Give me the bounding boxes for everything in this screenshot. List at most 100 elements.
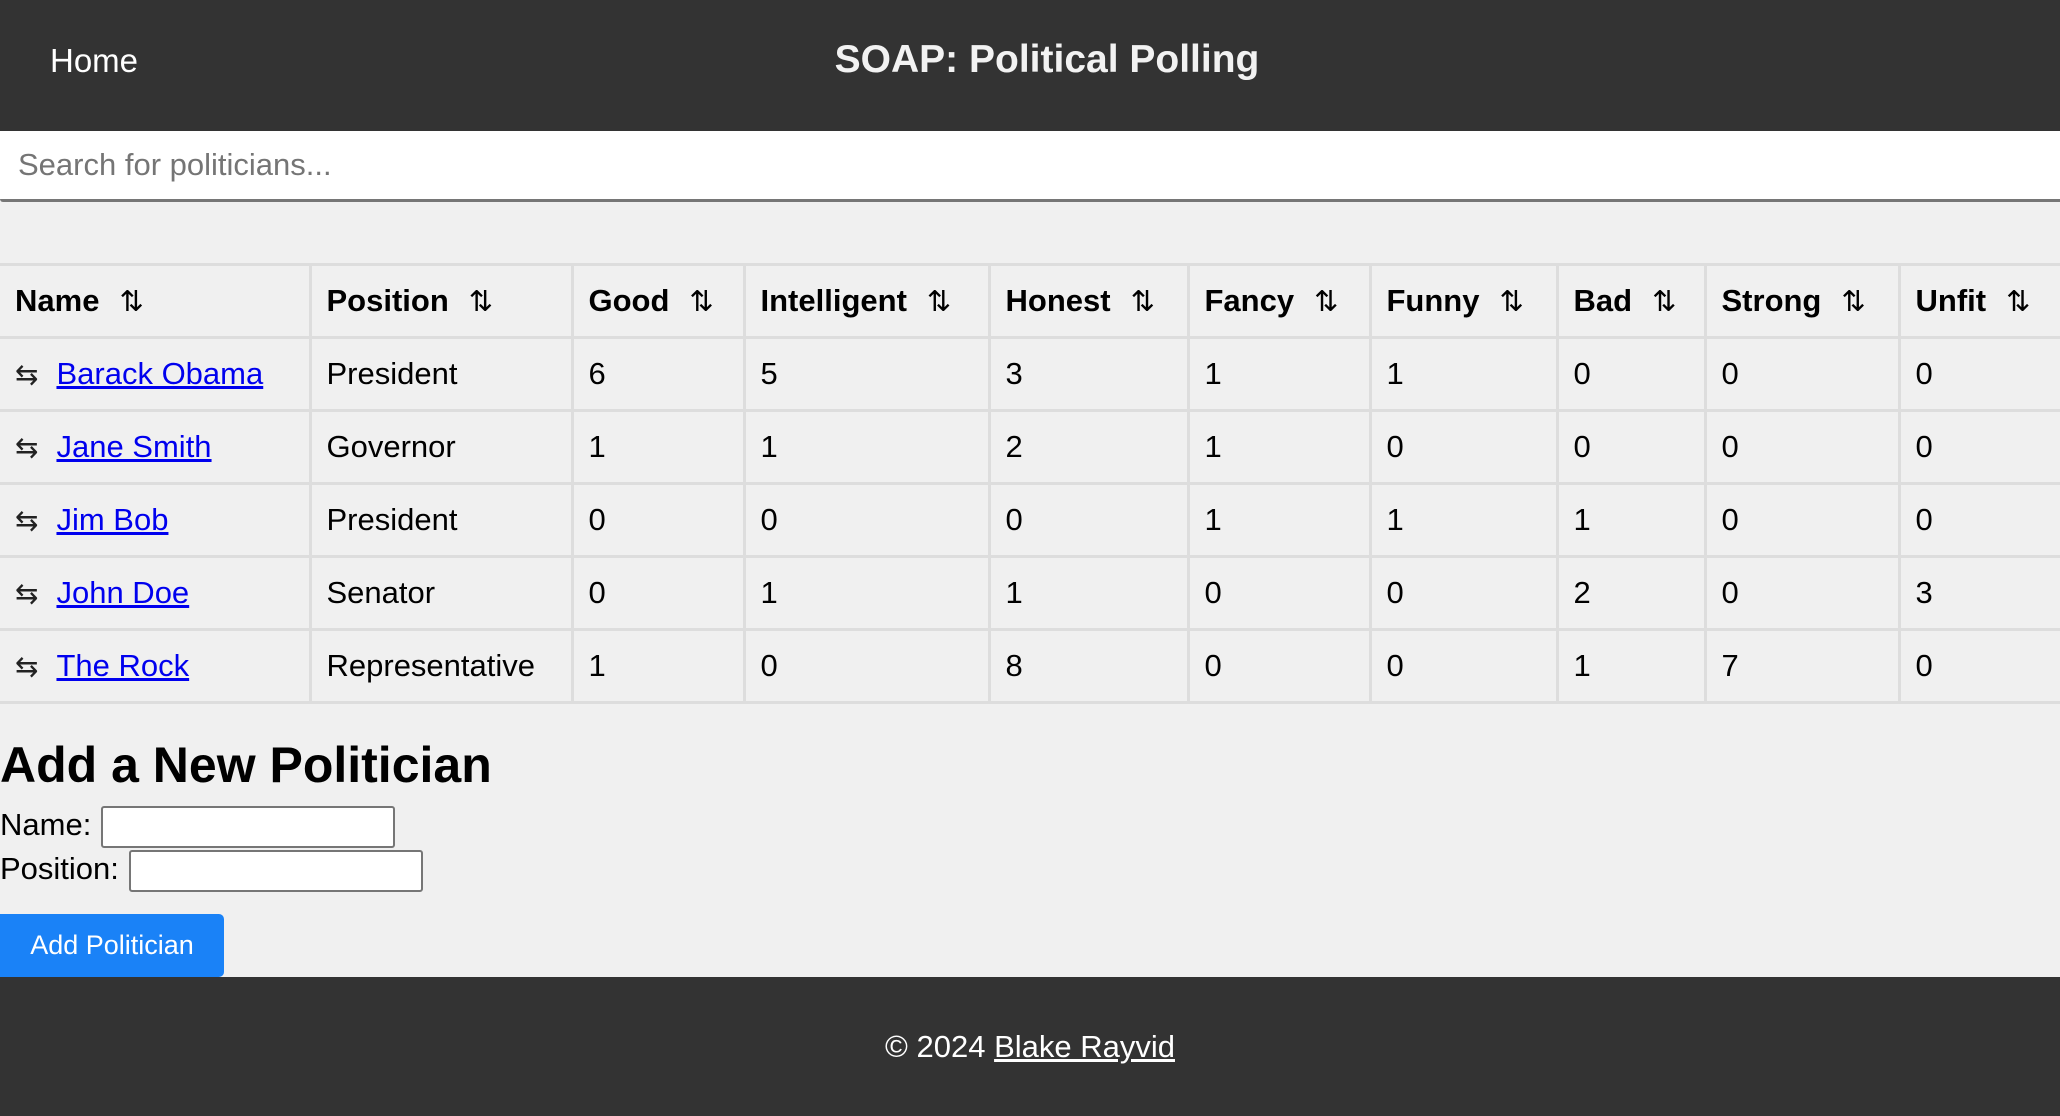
score-cell-bad: 0 — [1555, 336, 1707, 412]
name-cell: ⇆ Barack Obama — [0, 336, 312, 412]
score-cell-intelligent: 1 — [742, 409, 991, 485]
copyright-text: © 2024 — [885, 1029, 986, 1064]
column-header-bad[interactable]: Bad ⇅ — [1557, 263, 1707, 339]
score-cell-fancy: 1 — [1186, 482, 1372, 558]
score-cell-intelligent: 1 — [742, 555, 991, 631]
sort-icon[interactable]: ⇅ — [1652, 286, 1676, 318]
column-header-funny[interactable]: Funny ⇅ — [1370, 263, 1559, 339]
sort-icon[interactable]: ⇅ — [689, 286, 713, 318]
position-cell: Governor — [308, 409, 574, 485]
sort-icon[interactable]: ⇅ — [119, 286, 143, 318]
drag-handle-icon[interactable]: ⇆ — [15, 505, 38, 536]
drag-handle-icon[interactable]: ⇆ — [15, 432, 38, 463]
table-row: ⇆ Jim Bob President 0 0 0 1 1 1 0 0 — [0, 482, 2060, 558]
column-header-label: Position — [326, 283, 449, 318]
score-cell-bad: 1 — [1555, 628, 1707, 704]
name-cell: ⇆ The Rock — [0, 628, 312, 704]
sort-icon[interactable]: ⇅ — [2006, 286, 2030, 318]
score-cell-funny: 0 — [1368, 628, 1559, 704]
name-field[interactable] — [101, 806, 396, 848]
score-cell-funny: 0 — [1368, 555, 1559, 631]
score-cell-fancy: 0 — [1186, 555, 1372, 631]
column-header-label: Bad — [1573, 283, 1633, 318]
sort-icon[interactable]: ⇅ — [1314, 286, 1338, 318]
score-cell-good: 1 — [570, 409, 746, 485]
sort-icon[interactable]: ⇅ — [1841, 286, 1865, 318]
sort-icon[interactable]: ⇅ — [1500, 286, 1524, 318]
add-politician-heading: Add a New Politician — [0, 737, 492, 793]
drag-handle-icon[interactable]: ⇆ — [15, 359, 38, 390]
search-input[interactable] — [0, 131, 2060, 202]
author-link[interactable]: Blake Rayvid — [994, 1029, 1175, 1064]
politician-link[interactable]: The Rock — [56, 648, 189, 683]
column-header-label: Name — [15, 283, 100, 318]
column-header-intelligent[interactable]: Intelligent ⇅ — [744, 263, 991, 339]
name-cell: ⇆ Jim Bob — [0, 482, 312, 558]
politician-link[interactable]: Barack Obama — [56, 356, 263, 391]
politician-link[interactable]: John Doe — [56, 575, 189, 610]
column-header-label: Honest — [1005, 283, 1111, 318]
table-row: ⇆ The Rock Representative 1 0 8 0 0 1 7 0 — [0, 628, 2060, 704]
score-cell-unfit: 0 — [1897, 628, 2060, 704]
column-header-strong[interactable]: Strong ⇅ — [1705, 263, 1901, 339]
score-cell-fancy: 0 — [1186, 628, 1372, 704]
position-cell: Senator — [308, 555, 574, 631]
score-cell-unfit: 0 — [1897, 409, 2060, 485]
score-cell-honest: 3 — [987, 336, 1190, 412]
politician-link[interactable]: Jane Smith — [56, 429, 211, 464]
column-header-label: Funny — [1386, 283, 1480, 318]
score-cell-strong: 0 — [1703, 409, 1901, 485]
table-row: ⇆ John Doe Senator 0 1 1 0 0 2 0 3 — [0, 555, 2060, 631]
score-cell-good: 1 — [570, 628, 746, 704]
column-header-good[interactable]: Good ⇅ — [572, 263, 746, 339]
drag-handle-icon[interactable]: ⇆ — [15, 651, 38, 682]
table-header-row: Name ⇅ Position ⇅ Good ⇅ Intelligent ⇅ Honest ⇅ Fa… — [0, 263, 2060, 339]
column-header-unfit[interactable]: Unfit ⇅ — [1899, 263, 2060, 339]
name-cell: ⇆ Jane Smith — [0, 409, 312, 485]
top-nav-bar: Home SOAP: Political Polling — [0, 0, 2060, 131]
politicians-table: Name ⇅ Position ⇅ Good ⇅ Intelligent ⇅ Honest ⇅ Fa… — [0, 263, 2060, 704]
score-cell-good: 0 — [570, 482, 746, 558]
score-cell-good: 6 — [570, 336, 746, 412]
table-row: ⇆ Jane Smith Governor 1 1 2 1 0 0 0 0 — [0, 409, 2060, 485]
sort-icon[interactable]: ⇅ — [927, 286, 951, 318]
score-cell-funny: 0 — [1368, 409, 1559, 485]
score-cell-intelligent: 0 — [742, 628, 991, 704]
score-cell-intelligent: 0 — [742, 482, 991, 558]
add-politician-button[interactable]: Add Politician — [0, 914, 224, 977]
column-header-name[interactable]: Name ⇅ — [0, 263, 312, 339]
sort-icon[interactable]: ⇅ — [1131, 286, 1155, 318]
position-field[interactable] — [128, 850, 423, 892]
score-cell-good: 0 — [570, 555, 746, 631]
drag-handle-icon[interactable]: ⇆ — [15, 578, 38, 609]
column-header-label: Good — [588, 283, 670, 318]
column-header-label: Unfit — [1915, 283, 1987, 318]
sort-icon[interactable]: ⇅ — [469, 286, 493, 318]
score-cell-honest: 8 — [987, 628, 1190, 704]
page-title: SOAP: Political Polling — [834, 38, 1260, 81]
name-form-row: Name: — [0, 806, 396, 848]
score-cell-strong: 0 — [1703, 336, 1901, 412]
position-cell: President — [308, 482, 574, 558]
score-cell-strong: 0 — [1703, 482, 1901, 558]
score-cell-bad: 1 — [1555, 482, 1707, 558]
score-cell-fancy: 1 — [1186, 336, 1372, 412]
position-cell: Representative — [308, 628, 574, 704]
score-cell-fancy: 1 — [1186, 409, 1372, 485]
column-header-honest[interactable]: Honest ⇅ — [989, 263, 1190, 339]
score-cell-funny: 1 — [1368, 482, 1559, 558]
score-cell-strong: 7 — [1703, 628, 1901, 704]
politician-link[interactable]: Jim Bob — [56, 502, 168, 537]
score-cell-honest: 1 — [987, 555, 1190, 631]
score-cell-funny: 1 — [1368, 336, 1559, 412]
column-header-label: Fancy — [1204, 283, 1295, 318]
table-row: ⇆ Barack Obama President 6 5 3 1 1 0 0 0 — [0, 336, 2060, 412]
score-cell-bad: 0 — [1555, 409, 1707, 485]
position-cell: President — [308, 336, 574, 412]
score-cell-strong: 0 — [1703, 555, 1901, 631]
column-header-label: Intelligent — [760, 283, 907, 318]
score-cell-honest: 0 — [987, 482, 1190, 558]
score-cell-intelligent: 5 — [742, 336, 991, 412]
column-header-position[interactable]: Position ⇅ — [310, 263, 574, 339]
column-header-fancy[interactable]: Fancy ⇅ — [1188, 263, 1372, 339]
